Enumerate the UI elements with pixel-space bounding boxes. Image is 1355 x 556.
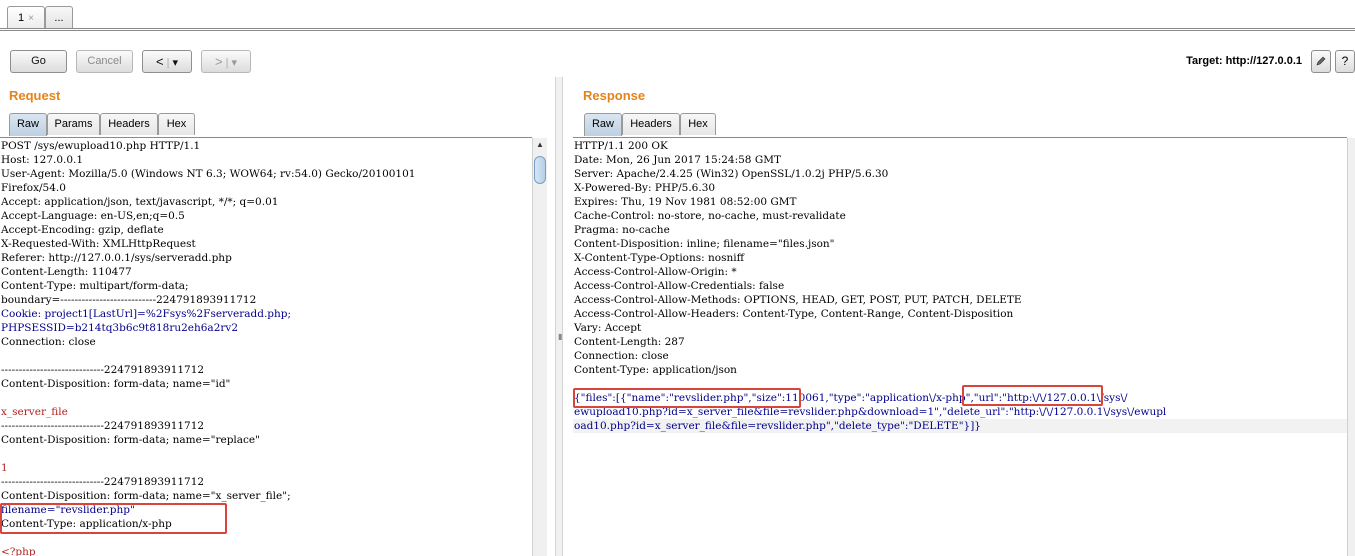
grip-icon: ▮ [558, 332, 563, 341]
request-line: Content-Disposition: form-data; name="x_… [1, 490, 291, 502]
pane-divider[interactable]: ▮ [555, 77, 563, 556]
request-line: x_server_file [1, 406, 68, 418]
request-title: Request [9, 88, 61, 103]
response-editor[interactable]: HTTP/1.1 200 OK Date: Mon, 26 Jun 2017 15… [573, 137, 1347, 556]
response-line: Expires: Thu, 19 Nov 1981 08:52:00 GMT [574, 196, 797, 208]
request-scrollbar[interactable]: ▲ [532, 138, 547, 556]
go-button[interactable]: Go [10, 50, 67, 73]
response-line: Content-Length: 287 [574, 336, 685, 348]
response-line: Content-Type: application/json [574, 364, 737, 376]
response-line: HTTP/1.1 200 OK [574, 140, 668, 152]
request-line: Accept-Encoding: gzip, deflate [1, 224, 164, 236]
dropdown-arrow-icon: ▾ [231, 57, 237, 69]
request-line: Connection: close [1, 336, 96, 348]
request-line: 1 [1, 462, 8, 474]
chevron-right-icon: > [215, 54, 223, 69]
tab-new[interactable]: ... [45, 6, 73, 29]
button-separator: | [166, 57, 170, 69]
response-line: Access-Control-Allow-Credentials: false [574, 280, 785, 292]
highlight-box-name [573, 388, 801, 408]
forward-button[interactable]: > | ▾ [201, 50, 251, 73]
tab-request-params[interactable]: Params [47, 113, 100, 135]
request-line: Content-Disposition: form-data; name="re… [1, 434, 260, 446]
request-line: Firefox/54.0 [1, 182, 66, 194]
request-line: Content-Length: 110477 [1, 266, 132, 278]
tab-request-headers[interactable]: Headers [100, 113, 158, 135]
request-line: Accept: application/json, text/javascrip… [1, 196, 279, 208]
back-button[interactable]: < | ▾ [142, 50, 192, 73]
tab-1[interactable]: 1 × [7, 6, 45, 29]
cancel-button[interactable]: Cancel [76, 50, 133, 73]
button-separator: | [225, 57, 229, 69]
response-title: Response [583, 88, 646, 103]
tab-request-raw[interactable]: Raw [9, 113, 47, 136]
response-line: Connection: close [574, 350, 669, 362]
response-line: Date: Mon, 26 Jun 2017 15:24:58 GMT [574, 154, 781, 166]
request-line: Host: 127.0.0.1 [1, 154, 84, 166]
request-line: Cookie: project1[LastUrl]=%2Fsys%2Fserve… [1, 308, 292, 320]
response-line: Cache-Control: no-store, no-cache, must-… [574, 210, 846, 222]
request-line: -----------------------------22479189391… [1, 420, 205, 432]
tab-strip: 1 × ... [0, 0, 1355, 34]
response-line: Access-Control-Allow-Headers: Content-Ty… [574, 308, 1014, 320]
request-line: Referer: http://127.0.0.1/sys/serveradd.… [1, 252, 232, 264]
help-button[interactable]: ? [1335, 50, 1355, 73]
highlight-box-type [962, 385, 1103, 406]
tab-response-headers[interactable]: Headers [622, 113, 680, 135]
scroll-up-icon[interactable]: ▲ [536, 140, 544, 149]
response-line: Pragma: no-cache [574, 224, 670, 236]
scrollbar-thumb[interactable] [534, 156, 546, 184]
response-line: X-Content-Type-Options: nosniff [574, 252, 745, 264]
request-line: PHPSESSID=b214tq3b6c9t818ru2eh6a2rv2 [1, 322, 239, 334]
dropdown-arrow-icon: ▾ [172, 57, 178, 69]
request-line: Content-Type: multipart/form-data; [1, 280, 189, 292]
response-scrollbar[interactable] [1347, 138, 1355, 556]
response-line: Vary: Accept [574, 322, 642, 334]
request-line: -----------------------------22479189391… [1, 364, 205, 376]
request-line: Accept-Language: en-US,en;q=0.5 [1, 210, 185, 222]
tab-response-raw[interactable]: Raw [584, 113, 622, 136]
tab-1-label: 1 [18, 12, 25, 24]
request-line: Content-Disposition: form-data; name="id… [1, 378, 231, 390]
edit-target-button[interactable] [1311, 50, 1331, 73]
response-line: oad10.php?id=x_server_file&file=revslide… [574, 420, 981, 432]
request-editor[interactable]: POST /sys/ewupload10.php HTTP/1.1 Host: 1… [0, 137, 532, 556]
request-line: User-Agent: Mozilla/5.0 (Windows NT 6.3;… [1, 168, 416, 180]
response-line: X-Powered-By: PHP/5.6.30 [574, 182, 716, 194]
chevron-left-icon: < [156, 54, 164, 69]
close-icon[interactable]: × [28, 13, 34, 24]
response-line: Access-Control-Allow-Origin: * [574, 266, 737, 278]
request-line: -----------------------------22479189391… [1, 476, 205, 488]
tab-response-hex[interactable]: Hex [680, 113, 716, 135]
pencil-icon [1316, 56, 1326, 66]
request-line: POST /sys/ewupload10.php HTTP/1.1 [1, 140, 201, 152]
request-line: <?php [1, 546, 36, 556]
highlight-box-filename [0, 503, 227, 534]
request-line: X-Requested-With: XMLHttpRequest [1, 238, 196, 250]
tab-request-hex[interactable]: Hex [158, 113, 195, 135]
response-line: Content-Disposition: inline; filename="f… [574, 238, 835, 250]
tab-new-label: ... [54, 12, 64, 24]
tab-strip-divider [0, 28, 1355, 31]
target-label: Target: http://127.0.0.1 [1186, 55, 1302, 67]
response-line: Server: Apache/2.4.25 (Win32) OpenSSL/1.… [574, 168, 889, 180]
response-line: Access-Control-Allow-Methods: OPTIONS, H… [574, 294, 1022, 306]
request-line: boundary=---------------------------2247… [1, 294, 257, 306]
